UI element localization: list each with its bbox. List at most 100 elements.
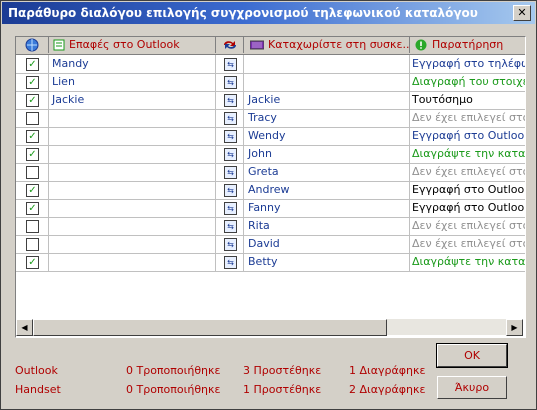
col-header-note-label: Παρατήρηση [432,38,504,51]
sync-direction-icon[interactable]: ⇆ [224,112,237,125]
outlook-contact-cell[interactable] [49,127,216,145]
outlook-contact-cell[interactable] [49,253,216,271]
sync-direction-cell: ⇆ [216,91,244,109]
horizontal-scrollbar[interactable]: ◀ ▶ [16,319,523,336]
table-row[interactable]: ✓ ⇆ Wendy Εγγραφή στο Outlook [16,127,525,146]
handset-entry-cell[interactable]: Fanny [244,199,410,217]
row-checkbox[interactable]: ✓ [26,148,39,161]
scroll-thumb[interactable] [33,319,387,336]
globe-icon [25,38,39,52]
row-checkbox[interactable]: ✓ [26,184,39,197]
sync-direction-cell: ⇆ [216,199,244,217]
row-select-cell: ✓ [16,199,49,217]
col-header-handset-label: Καταχωρίστε στη συσκε... [268,38,410,51]
handset-entry-cell[interactable] [244,73,410,91]
sync-direction-cell: ⇆ [216,55,244,73]
outlook-contact-cell[interactable]: Jackie [49,91,216,109]
sync-direction-icon[interactable]: ⇆ [224,220,237,233]
note-cell: Διαγράψτε την καταχ [412,255,525,268]
handset-entry-cell[interactable]: David [244,235,410,253]
table-row[interactable]: ✓ ⇆ Andrew Εγγραφή στο Outlook [16,181,525,200]
sync-direction-icon[interactable]: ⇆ [224,76,237,89]
row-select-cell [16,109,49,127]
row-select-cell: ✓ [16,55,49,73]
table-row[interactable]: ✓ ⇆ Betty Διαγράψτε την καταχ [16,253,525,272]
table-row[interactable]: ✓ ⇆ John Διαγράψτε την καταχ [16,145,525,164]
outlook-contact-cell[interactable] [49,199,216,217]
sync-direction-icon[interactable]: ⇆ [224,58,237,71]
row-checkbox[interactable]: ✓ [26,58,39,71]
table-row[interactable]: ✓ Lien ⇆ Διαγραφή του στοιχε [16,73,525,92]
handset-entry-cell[interactable]: John [244,145,410,163]
row-checkbox[interactable] [26,238,39,251]
sync-direction-icon[interactable]: ⇆ [224,148,237,161]
scroll-left-button[interactable]: ◀ [16,319,33,336]
note-cell: Δεν έχει επιλεγεί στο [412,219,525,232]
note-cell: Δεν έχει επιλεγεί στο [412,165,525,178]
sync-direction-icon[interactable]: ⇆ [224,238,237,251]
sync-direction-icon[interactable]: ⇆ [224,130,237,143]
ok-button[interactable]: OK [436,343,508,368]
row-checkbox[interactable] [26,112,39,125]
table-row[interactable]: ✓ ⇆ Fanny Εγγραφή στο Outlook [16,199,525,218]
note-cell: Δεν έχει επιλεγεί στο [412,237,525,250]
sync-direction-cell: ⇆ [216,127,244,145]
col-header-handset[interactable]: Καταχωρίστε στη συσκε... [244,37,410,53]
table-row[interactable]: ✓ Jackie ⇆ Jackie Τουτόσημο [16,91,525,110]
sync-icon [224,41,236,49]
handset-deleted: 2 Διαγράφηκε [349,383,426,396]
row-checkbox[interactable]: ✓ [26,256,39,269]
row-checkbox[interactable] [26,166,39,179]
sync-direction-icon[interactable]: ⇆ [224,94,237,107]
handset-entry-cell[interactable]: Greta [244,163,410,181]
col-header-select[interactable] [16,37,49,53]
table-row[interactable]: ⇆ Greta Δεν έχει επιλεγεί στο [16,163,525,182]
note-cell: Τουτόσημο [412,93,473,106]
col-header-note[interactable]: Παρατήρηση [410,37,525,53]
sync-direction-icon[interactable]: ⇆ [224,184,237,197]
row-checkbox[interactable]: ✓ [26,94,39,107]
handset-icon [250,40,264,50]
table-row[interactable]: ⇆ Rita Δεν έχει επιλεγεί στο [16,217,525,236]
handset-entry-cell[interactable]: Andrew [244,181,410,199]
outlook-contact-cell[interactable]: Mandy [49,55,216,73]
outlook-contact-cell[interactable] [49,217,216,235]
handset-entry-cell[interactable]: Jackie [244,91,410,109]
handset-summary-label: Handset [15,383,61,396]
outlook-contact-cell[interactable] [49,235,216,253]
row-select-cell [16,163,49,181]
sync-direction-icon[interactable]: ⇆ [224,166,237,179]
handset-entry-cell[interactable]: Rita [244,217,410,235]
table-row[interactable]: ⇆ David Δεν έχει επιλεγεί στο [16,235,525,254]
handset-entry-cell[interactable] [244,55,410,73]
row-checkbox[interactable]: ✓ [26,202,39,215]
warning-icon [415,39,427,51]
col-header-outlook[interactable]: Επαφές στο Outlook [49,37,216,53]
col-header-outlook-label: Επαφές στο Outlook [69,38,180,51]
table-row[interactable]: ✓ Mandy ⇆ Εγγραφή στο τηλέφω [16,55,525,74]
outlook-summary-label: Outlook [15,364,58,377]
row-checkbox[interactable] [26,220,39,233]
outlook-contact-cell[interactable] [49,163,216,181]
table-row[interactable]: ⇆ Tracy Δεν έχει επιλεγεί στο [16,109,525,128]
close-button[interactable]: ✕ [513,5,531,21]
outlook-contact-cell[interactable] [49,109,216,127]
outlook-contact-cell[interactable] [49,145,216,163]
outlook-modified: 0 Τροποποιήθηκε [126,364,221,377]
scroll-right-button[interactable]: ▶ [506,319,523,336]
handset-entry-cell[interactable]: Tracy [244,109,410,127]
outlook-contact-cell[interactable]: Lien [49,73,216,91]
col-header-sync[interactable] [216,37,244,53]
row-select-cell: ✓ [16,145,49,163]
row-checkbox[interactable]: ✓ [26,130,39,143]
handset-entry-cell[interactable]: Betty [244,253,410,271]
row-select-cell [16,217,49,235]
sync-direction-icon[interactable]: ⇆ [224,256,237,269]
handset-entry-cell[interactable]: Wendy [244,127,410,145]
row-checkbox[interactable]: ✓ [26,76,39,89]
sync-direction-icon[interactable]: ⇆ [224,202,237,215]
outlook-contact-cell[interactable] [49,181,216,199]
contacts-icon [53,39,65,51]
cancel-button[interactable]: Άκυρο [437,376,507,399]
row-select-cell: ✓ [16,181,49,199]
